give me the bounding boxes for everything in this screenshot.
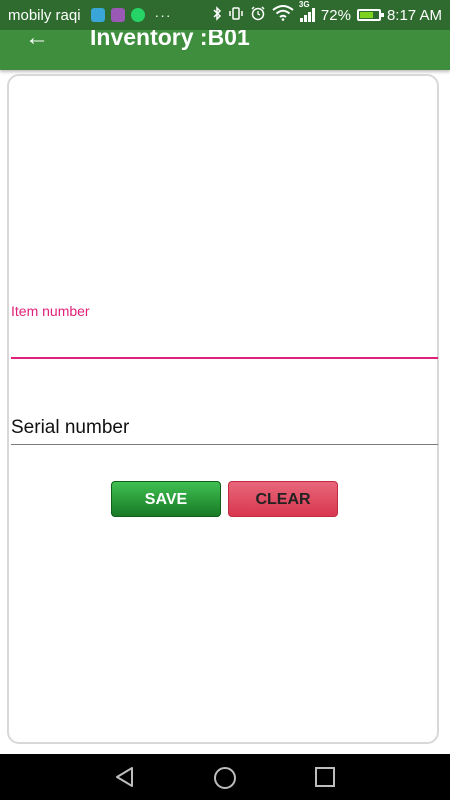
save-button[interactable]: SAVE	[111, 481, 221, 517]
gallery-notification-icon	[110, 8, 125, 22]
status-bar: mobily raqi ··· 3G 72% 8:17 AM	[0, 0, 450, 30]
home-circle-icon[interactable]	[213, 766, 237, 795]
battery-charging-icon	[356, 9, 384, 21]
more-notifications-indicator: ···	[154, 7, 172, 23]
arrow-left-icon[interactable]: ←	[22, 30, 52, 50]
recents-square-icon[interactable]	[314, 766, 336, 793]
signal-icon: 3G	[299, 0, 315, 22]
form-card	[7, 74, 439, 744]
network-type-label: 3G	[298, 0, 310, 9]
item-number-input[interactable]	[11, 321, 438, 359]
carrier-name: mobily raqi	[8, 6, 81, 24]
battery-percent: 72%	[320, 6, 351, 24]
page-title: Inventory :B01	[90, 30, 250, 50]
alarm-icon	[250, 5, 266, 25]
serial-number-input[interactable]	[11, 412, 438, 445]
item-number-label: Item number	[11, 303, 90, 319]
wifi-icon	[272, 5, 294, 25]
clock: 8:17 AM	[386, 6, 442, 24]
navigation-bar	[0, 754, 450, 800]
bluetooth-icon	[212, 5, 222, 25]
back-triangle-icon[interactable]	[114, 766, 136, 793]
notification-app-icon	[90, 8, 105, 22]
app-bar: ← Inventory :B01	[0, 30, 450, 70]
clear-button[interactable]: CLEAR	[228, 481, 338, 517]
vibrate-icon	[228, 6, 244, 25]
whatsapp-notification-icon	[130, 8, 145, 22]
